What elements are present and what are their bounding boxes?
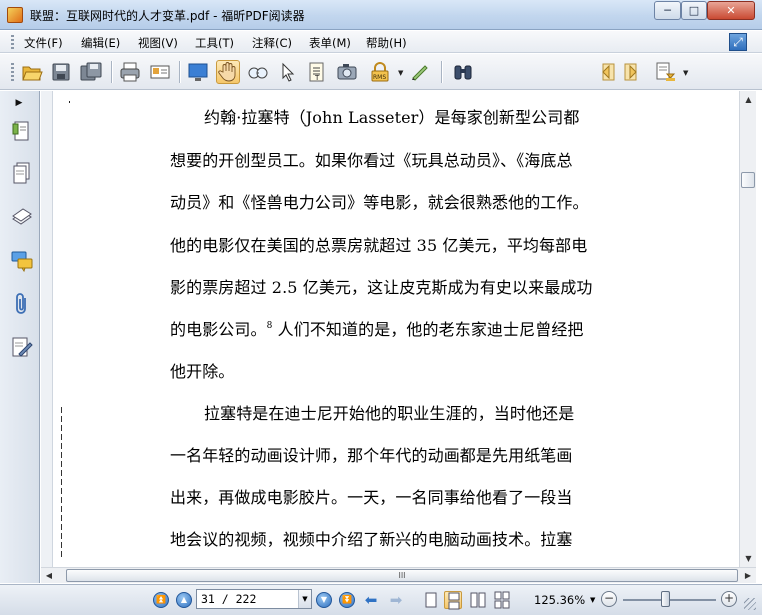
menu-forms[interactable]: 表单(M) [309, 35, 351, 51]
page-number-value[interactable]: 31 / 222 [201, 592, 256, 606]
menu-edit[interactable]: 编辑(E) [81, 35, 120, 51]
hand-tool-icon[interactable] [216, 60, 240, 84]
highlight-options-icon[interactable] [653, 60, 677, 84]
expand-icon[interactable]: ⤢ [729, 33, 747, 51]
menu-comments[interactable]: 注释(C) [252, 35, 292, 51]
horizontal-scroll-thumb[interactable]: III [66, 569, 738, 582]
menu-help[interactable]: 帮助(H) [366, 35, 407, 51]
menu-view[interactable]: 视图(V) [138, 35, 178, 51]
page-gutter [41, 91, 53, 567]
single-page-view-icon[interactable] [422, 591, 440, 609]
pages-icon[interactable] [10, 161, 34, 185]
binoculars-icon[interactable] [451, 60, 475, 84]
minimize-button[interactable]: ─ [654, 1, 681, 20]
zoom-in-icon[interactable]: + [721, 591, 737, 607]
paragraph-1-line-4: 他的电影仅在美国的总票房就超过 35 亿美元，平均每部电 [170, 236, 588, 255]
first-page-icon[interactable]: ⏫ [153, 592, 169, 608]
scroll-down-icon[interactable]: ▼ [740, 550, 757, 567]
window-title: 联盟：互联网时代的人才变革.pdf - 福昕PDF阅读器 [30, 9, 305, 23]
last-page-icon[interactable]: ⏬ [339, 592, 355, 608]
toolbar-separator [441, 61, 442, 83]
fullscreen-icon[interactable] [186, 60, 210, 84]
prev-result-icon[interactable] [593, 60, 617, 84]
continuous-view-icon[interactable] [444, 591, 462, 610]
forward-arrow-icon[interactable]: ➡ [387, 590, 405, 610]
snapshot-icon[interactable] [335, 60, 359, 84]
toolbar-separator [179, 61, 180, 83]
open-folder-icon[interactable] [20, 60, 44, 84]
zoom-out-icon[interactable]: − [601, 591, 617, 607]
scroll-right-icon[interactable]: ▶ [740, 568, 756, 584]
text-select-icon[interactable]: T [305, 60, 329, 84]
svg-text:RMS: RMS [373, 74, 386, 81]
paragraph-1-line-6: 的电影公司。8 人们不知道的是，他的老东家迪士尼曾经把 [170, 316, 584, 340]
highlight-dropdown-icon[interactable]: ▼ [683, 69, 688, 77]
resize-grip-icon[interactable] [744, 598, 756, 610]
zoom-slider-thumb[interactable] [661, 591, 671, 607]
page-dropdown-icon[interactable]: ▼ [298, 590, 311, 608]
document-view[interactable]: 约翰·拉塞特（John Lasseter）是每家创新型公司都 想要的开创型员工。… [41, 91, 739, 567]
close-button[interactable]: ✕ [707, 1, 755, 20]
vertical-scrollbar[interactable]: ▲ ▼ [739, 91, 756, 567]
continuous-facing-view-icon[interactable] [493, 591, 511, 609]
pdf-page[interactable]: 约翰·拉塞特（John Lasseter）是每家创新型公司都 想要的开创型员工。… [54, 91, 739, 567]
status-bar: ⏫ ▲ 31 / 222 ▼ ▼ ⏬ ⬅ ➡ 125.36% ▼ − + [0, 584, 762, 615]
zoom-dropdown-icon[interactable]: ▼ [590, 596, 595, 604]
paragraph-1-line-5: 影的票房超过 2.5 亿美元，这让皮克斯成为有史以来最成功 [170, 278, 593, 297]
paragraph-1-line-3: 动员》和《怪兽电力公司》等电影，就会很熟悉他的工作。 [170, 193, 589, 212]
layers-icon[interactable] [10, 205, 34, 229]
paragraph-2-line-2: 一名年轻的动画设计师，那个年代的动画都是先用纸笔画 [170, 446, 573, 465]
scroll-up-icon[interactable]: ▲ [740, 91, 757, 108]
scan-margin-mark [61, 407, 62, 557]
toolbar-grip-icon[interactable] [11, 63, 14, 81]
rms-dropdown-icon[interactable]: ▼ [398, 69, 403, 77]
menu-bar: 文件(F) 编辑(E) 视图(V) 工具(T) 注释(C) 表单(M) 帮助(H… [0, 31, 762, 53]
rms-icon[interactable]: RMS [368, 60, 392, 84]
paragraph-1-line-7: 他开除。 [170, 362, 235, 381]
paragraph-1-line-2: 想要的开创型员工。如果你看过《玩具总动员》、《海底总 [170, 151, 573, 170]
line-6-start: 的电影公司。 [170, 320, 267, 339]
toolbar-separator [111, 61, 112, 83]
toolbar: T RMS ▼ ▼ [0, 54, 762, 135]
line-6-tail: 人们不知道的是，他的老东家迪士尼曾经把 [272, 320, 584, 339]
email-icon[interactable] [148, 60, 172, 84]
next-page-icon[interactable]: ▼ [316, 592, 332, 608]
previous-page-icon[interactable]: ▲ [176, 592, 192, 608]
comments-icon[interactable] [10, 249, 34, 273]
print-icon[interactable] [118, 60, 142, 84]
attachments-icon[interactable] [10, 292, 34, 316]
menu-file[interactable]: 文件(F) [24, 35, 63, 51]
menu-tools[interactable]: 工具(T) [195, 35, 234, 51]
navigation-panel: ▶ [0, 91, 40, 583]
page-number-field[interactable]: 31 / 222 ▼ [196, 589, 312, 609]
next-result-icon[interactable] [622, 60, 646, 84]
save-icon[interactable] [49, 60, 73, 84]
paragraph-1-line-1: 约翰·拉塞特（John Lasseter）是每家创新型公司都 [204, 108, 580, 127]
app-icon [7, 7, 23, 23]
back-arrow-icon[interactable]: ⬅ [362, 590, 380, 610]
panel-toggle-icon[interactable]: ▶ [8, 95, 30, 111]
svg-text:T: T [314, 74, 320, 82]
signatures-icon[interactable] [10, 335, 34, 359]
scroll-left-icon[interactable]: ◀ [41, 568, 57, 584]
facing-view-icon[interactable] [469, 591, 487, 609]
zoom-tool-icon[interactable] [246, 60, 270, 84]
bookmarks-icon[interactable] [10, 119, 34, 143]
vertical-scroll-thumb[interactable] [741, 172, 755, 188]
paragraph-2-line-3: 出来，再做成电影胶片。一天，一名同事给他看了一段当 [170, 488, 573, 507]
zoom-level[interactable]: 125.36% [534, 593, 585, 607]
scan-speck [69, 101, 70, 103]
horizontal-scrollbar[interactable]: ◀ III ▶ [41, 567, 756, 583]
title-bar: 联盟：互联网时代的人才变革.pdf - 福昕PDF阅读器 ─ □ ✕ [0, 0, 762, 30]
paragraph-2-line-4: 地会议的视频，视频中介绍了新兴的电脑动画技术。拉塞 [170, 530, 573, 549]
menu-grip-icon[interactable] [11, 35, 14, 49]
select-arrow-icon[interactable] [276, 60, 300, 84]
maximize-button[interactable]: □ [681, 1, 707, 20]
save-as-icon[interactable] [79, 60, 103, 84]
paragraph-2-line-1: 拉塞特是在迪士尼开始他的职业生涯的，当时他还是 [204, 404, 575, 423]
typewriter-icon[interactable] [408, 60, 432, 84]
